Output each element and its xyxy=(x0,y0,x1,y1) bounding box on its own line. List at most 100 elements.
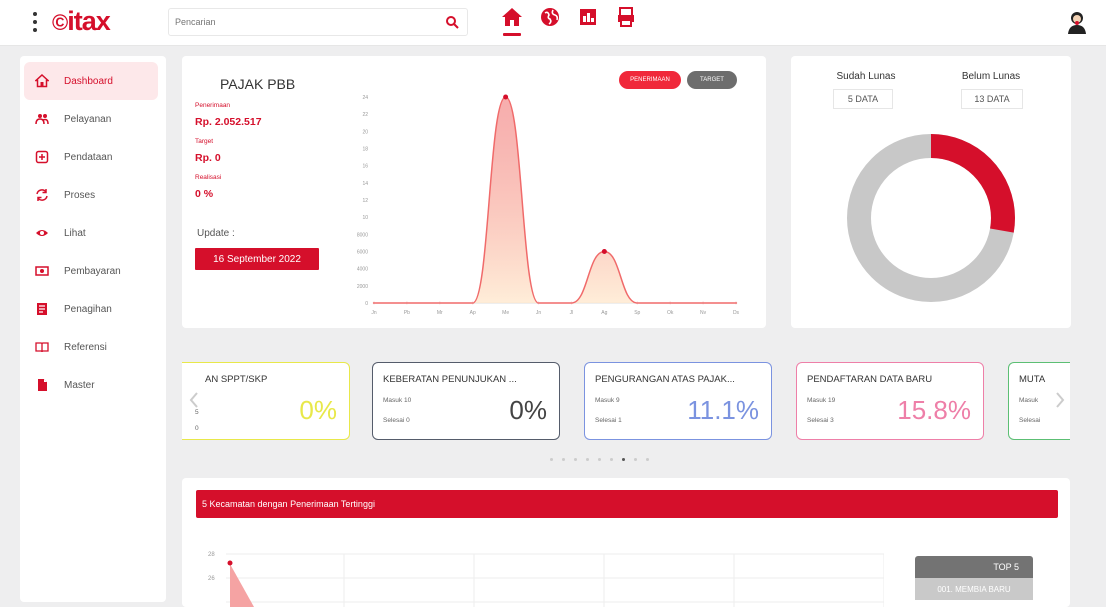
home-icon xyxy=(34,73,50,89)
top5-item[interactable]: 001. MEMBIA BARU xyxy=(915,578,1033,600)
data-point xyxy=(668,301,672,305)
service-selesai: Selesai 1 xyxy=(595,417,622,424)
carousel-dot[interactable] xyxy=(598,458,601,461)
file-icon xyxy=(34,377,50,393)
app-logo[interactable]: ©itax xyxy=(52,6,111,37)
sudah-lunas-label: Sudah Lunas xyxy=(836,71,896,82)
y-tick-label: 4000 xyxy=(357,267,368,273)
x-tick-label: Nv xyxy=(700,310,707,316)
search-input[interactable] xyxy=(169,9,429,35)
target-label: Target xyxy=(195,138,214,145)
nav-report[interactable] xyxy=(576,6,600,36)
carousel-dot[interactable] xyxy=(574,458,577,461)
data-point xyxy=(734,301,738,305)
sidebar-item-label: Proses xyxy=(64,189,96,201)
data-point xyxy=(601,249,607,254)
y-tick-label: 2000 xyxy=(357,284,368,290)
pbb-title: PAJAK PBB xyxy=(220,76,296,92)
sidebar-item-proses[interactable]: Proses xyxy=(24,176,158,214)
plus-square-icon xyxy=(34,149,50,165)
carousel-dot-active[interactable] xyxy=(622,458,625,461)
y-tick-label: 26 xyxy=(208,576,215,582)
sidebar-item-label: Pembayaran xyxy=(64,265,121,277)
kecamatan-chart: 28 26 xyxy=(208,552,884,607)
pajak-pbb-card: PAJAK PBB Penerimaan Rp. 2.052.517 Targe… xyxy=(182,56,766,328)
y-tick-label: 6000 xyxy=(357,250,368,256)
data-point xyxy=(570,301,573,305)
service-title: PENGURANGAN ATAS PAJAK... xyxy=(595,374,735,385)
lunas-donut-chart xyxy=(847,134,1015,302)
chevron-left-icon[interactable] xyxy=(188,390,200,410)
top5-header: TOP 5 xyxy=(915,556,1033,578)
sidebar-item-lihat[interactable]: Lihat xyxy=(24,214,158,252)
sidebar: Dashboard Pelayanan Pendataan Proses Lih… xyxy=(20,56,166,602)
service-selesai: Selesai xyxy=(1019,417,1041,424)
nav-home[interactable] xyxy=(500,6,524,36)
carousel-dots xyxy=(550,458,649,461)
target-toggle-button[interactable]: TARGET xyxy=(687,71,737,89)
sidebar-item-label: Dashboard xyxy=(64,75,113,87)
search-box[interactable] xyxy=(168,8,468,36)
penerimaan-value: Rp. 2.052.517 xyxy=(195,116,262,128)
carousel-dot[interactable] xyxy=(634,458,637,461)
service-card[interactable]: AN SPPT/SKP 5 0 0% xyxy=(182,362,350,440)
penerimaan-label: Penerimaan xyxy=(195,102,231,109)
y-tick-label: 12 xyxy=(362,198,368,204)
sidebar-item-label: Referensi xyxy=(64,341,107,353)
update-date: 16 September 2022 xyxy=(195,248,319,270)
search-icon[interactable] xyxy=(445,15,459,29)
data-point xyxy=(471,301,474,305)
chevron-right-icon[interactable] xyxy=(1054,390,1066,410)
sidebar-item-pembayaran[interactable]: Pembayaran xyxy=(24,252,158,290)
sudah-lunas-value: 5 DATA xyxy=(833,89,893,109)
sidebar-item-pendataan[interactable]: Pendataan xyxy=(24,138,158,176)
carousel-dot[interactable] xyxy=(610,458,613,461)
y-tick-label: 14 xyxy=(362,181,368,187)
x-tick-label: Jn xyxy=(371,310,377,316)
y-tick-label: 10 xyxy=(362,215,368,221)
x-tick-label: Ds xyxy=(733,310,740,316)
sync-icon xyxy=(34,187,50,203)
y-tick-label: 20 xyxy=(362,129,368,135)
data-point xyxy=(701,301,705,305)
sidebar-item-label: Lihat xyxy=(64,227,86,239)
sidebar-item-referensi[interactable]: Referensi xyxy=(24,328,158,366)
kebab-menu-icon[interactable] xyxy=(33,12,37,32)
x-tick-label: Mr xyxy=(437,310,443,316)
service-title: KEBERATAN PENUNJUKAN ... xyxy=(383,374,517,385)
carousel-dot[interactable] xyxy=(562,458,565,461)
penerimaan-toggle-button[interactable]: PENERIMAAN xyxy=(619,71,681,89)
sidebar-item-pelayanan[interactable]: Pelayanan xyxy=(24,100,158,138)
service-card[interactable]: PENGURANGAN ATAS PAJAK... Masuk 9 Selesa… xyxy=(584,362,772,440)
carousel-dot[interactable] xyxy=(550,458,553,461)
x-tick-label: Jl xyxy=(570,310,574,316)
service-masuk: Masuk 9 xyxy=(595,397,620,404)
printer-icon xyxy=(618,7,634,27)
invoice-icon xyxy=(34,301,50,317)
sidebar-item-penagihan[interactable]: Penagihan xyxy=(24,290,158,328)
money-icon xyxy=(34,263,50,279)
service-masuk: Masuk xyxy=(1019,397,1039,404)
x-tick-label: Me xyxy=(502,310,509,316)
sidebar-item-dashboard[interactable]: Dashboard xyxy=(24,62,158,100)
sidebar-item-label: Master xyxy=(64,379,95,391)
nav-globe[interactable] xyxy=(538,6,562,36)
y-tick-label: 24 xyxy=(362,95,368,101)
sidebar-item-master[interactable]: Master xyxy=(24,366,158,404)
data-point xyxy=(438,301,442,305)
service-carousel: AN SPPT/SKP 5 0 0% KEBERATAN PENUNJUKAN … xyxy=(182,352,1070,472)
service-card[interactable]: PENDAFTARAN DATA BARU Masuk 19 Selesai 3… xyxy=(796,362,984,440)
top5-legend: TOP 5 001. MEMBIA BARU xyxy=(915,556,1033,602)
carousel-dot[interactable] xyxy=(586,458,589,461)
realisasi-label: Realisasi xyxy=(195,174,222,181)
service-card[interactable]: KEBERATAN PENUNJUKAN ... Masuk 10 Selesa… xyxy=(372,362,560,440)
carousel-dot[interactable] xyxy=(646,458,649,461)
x-tick-label: Ok xyxy=(667,310,674,316)
service-masuk: Masuk 10 xyxy=(383,397,412,404)
data-point xyxy=(405,301,409,305)
user-avatar-icon[interactable] xyxy=(1066,9,1088,35)
service-title: MUTA xyxy=(1019,374,1046,385)
x-tick-label: Sp xyxy=(634,310,640,316)
nav-printer[interactable] xyxy=(614,6,638,36)
belum-lunas-value: 13 DATA xyxy=(961,89,1023,109)
